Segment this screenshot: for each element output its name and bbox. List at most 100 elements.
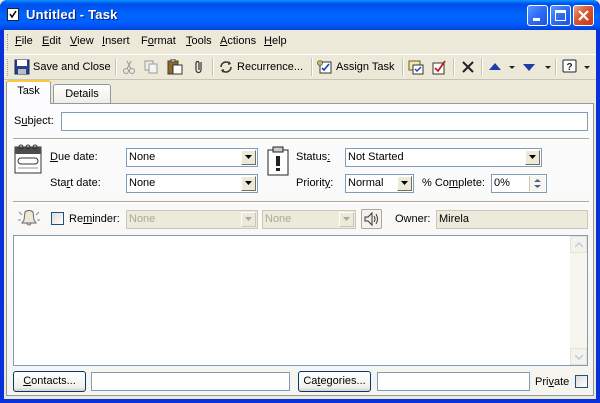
subject-label: Subject: (14, 115, 54, 127)
reminder-date-dropdown: None (126, 210, 258, 229)
tab-details[interactable]: Details (53, 84, 111, 104)
close-button[interactable] (573, 5, 594, 26)
send-status-report-button[interactable] (407, 57, 425, 78)
priority-label: Priority: (296, 177, 334, 189)
toolbar-separator (402, 58, 404, 76)
menu-grip[interactable] (7, 34, 11, 50)
start-date-label: Start date: (50, 177, 101, 189)
start-date-dropdown[interactable]: None (126, 174, 258, 193)
percent-complete-spinner[interactable]: 0% (491, 174, 547, 193)
assign-task-button[interactable]: Assign Task (316, 57, 400, 78)
chevron-down-icon (245, 217, 252, 221)
due-date-dropdown-button[interactable] (241, 150, 256, 165)
scroll-up-button[interactable] (570, 236, 587, 253)
reminder-time-dropdown-button (339, 212, 354, 227)
task-icon (7, 8, 19, 21)
reminder-time-dropdown: None (262, 210, 356, 229)
save-and-close-button[interactable]: Save and Close (13, 57, 113, 78)
percent-complete-label: % Complete: (422, 177, 485, 189)
divider (13, 138, 589, 140)
chevron-down-icon (343, 217, 350, 221)
menu-bar: File Edit View Insert Format Tools Actio… (4, 30, 596, 54)
cut-button (120, 57, 138, 78)
menu-view[interactable]: View (70, 35, 94, 48)
delete-icon (462, 61, 474, 73)
scroll-down-button[interactable] (570, 348, 587, 365)
next-item-button[interactable] (520, 57, 552, 78)
copy-button (142, 57, 160, 78)
paste-icon (167, 59, 183, 75)
clipboard-icon (267, 146, 289, 176)
client-area: File Edit View Insert Format Tools Actio… (4, 30, 596, 399)
menu-edit[interactable]: Edit (42, 35, 61, 48)
task-window: Untitled - Task File Edit View Insert Fo… (0, 0, 600, 403)
title-bar[interactable]: Untitled - Task (0, 0, 600, 30)
scissors-icon (123, 60, 135, 74)
copy-icon (144, 60, 158, 74)
categories-input[interactable] (377, 372, 530, 391)
private-checkbox[interactable] (575, 375, 588, 388)
start-date-dropdown-button[interactable] (241, 176, 256, 191)
mark-complete-button[interactable] (430, 57, 448, 78)
toolbar-grip[interactable] (7, 59, 11, 76)
minimize-button[interactable] (527, 5, 548, 26)
status-label: Status: (296, 151, 331, 163)
priority-dropdown-button[interactable] (397, 176, 412, 191)
private-label: Private (535, 376, 570, 388)
speaker-icon (364, 211, 378, 227)
spinner-buttons[interactable] (529, 176, 545, 191)
delete-button[interactable] (459, 57, 477, 78)
bell-icon (18, 210, 40, 226)
help-icon: ? (562, 59, 590, 73)
categories-button[interactable]: Categories... (298, 371, 371, 392)
tab-task[interactable]: Task (6, 80, 51, 104)
reminder-sound-button[interactable] (361, 209, 382, 229)
up-down-arrows-icon (534, 179, 541, 188)
menu-insert[interactable]: Insert (102, 35, 130, 48)
save-icon (14, 59, 30, 75)
paste-button[interactable] (166, 57, 184, 78)
due-date-dropdown[interactable]: None (126, 148, 258, 167)
calendar-icon (14, 144, 42, 174)
help-button[interactable]: ? (561, 57, 591, 78)
due-date-label: Due date: (50, 151, 98, 163)
previous-item-button[interactable] (486, 57, 516, 78)
toolbar-separator (555, 58, 557, 76)
maximize-button[interactable] (550, 5, 571, 26)
owner-label: Owner: (395, 213, 431, 225)
window-title: Untitled - Task (26, 7, 118, 22)
divider (13, 201, 589, 203)
menu-tools[interactable]: Tools (186, 35, 212, 48)
contacts-button[interactable]: Contacts... (13, 371, 86, 392)
owner-field: Mirela (436, 210, 588, 229)
menu-file[interactable]: File (15, 35, 33, 48)
status-dropdown[interactable]: Not Started (345, 148, 542, 167)
reminder-checkbox[interactable] (51, 212, 64, 225)
reminder-date-dropdown-button (241, 212, 256, 227)
menu-format[interactable]: Format (141, 35, 176, 48)
toolbar-separator (453, 58, 455, 76)
chevron-down-icon (245, 181, 252, 185)
chevron-up-icon (575, 242, 583, 248)
notes-textarea[interactable] (13, 235, 588, 366)
mark-complete-icon (432, 60, 446, 75)
toolbar-separator (481, 58, 483, 76)
status-report-icon (408, 60, 424, 75)
recurrence-button[interactable]: Recurrence... (217, 57, 309, 78)
recurrence-icon (220, 61, 232, 73)
toolbar-separator (311, 58, 313, 76)
menu-actions[interactable]: Actions (220, 35, 256, 48)
attach-button[interactable] (190, 57, 208, 78)
priority-dropdown[interactable]: Normal (345, 174, 414, 193)
contacts-input[interactable] (91, 372, 290, 391)
toolbar-separator (212, 58, 214, 76)
chevron-down-icon (401, 181, 408, 185)
notes-scrollbar[interactable] (570, 236, 587, 365)
menu-help[interactable]: Help (264, 35, 287, 48)
status-dropdown-button[interactable] (525, 150, 540, 165)
standard-toolbar: Save and Close Recurrence... Assign Task… (4, 54, 596, 80)
toolbar-separator (115, 58, 117, 76)
subject-input[interactable] (61, 112, 588, 131)
assign-task-icon (317, 60, 332, 74)
task-panel: Subject: Due date: None Start date: None (6, 103, 594, 396)
